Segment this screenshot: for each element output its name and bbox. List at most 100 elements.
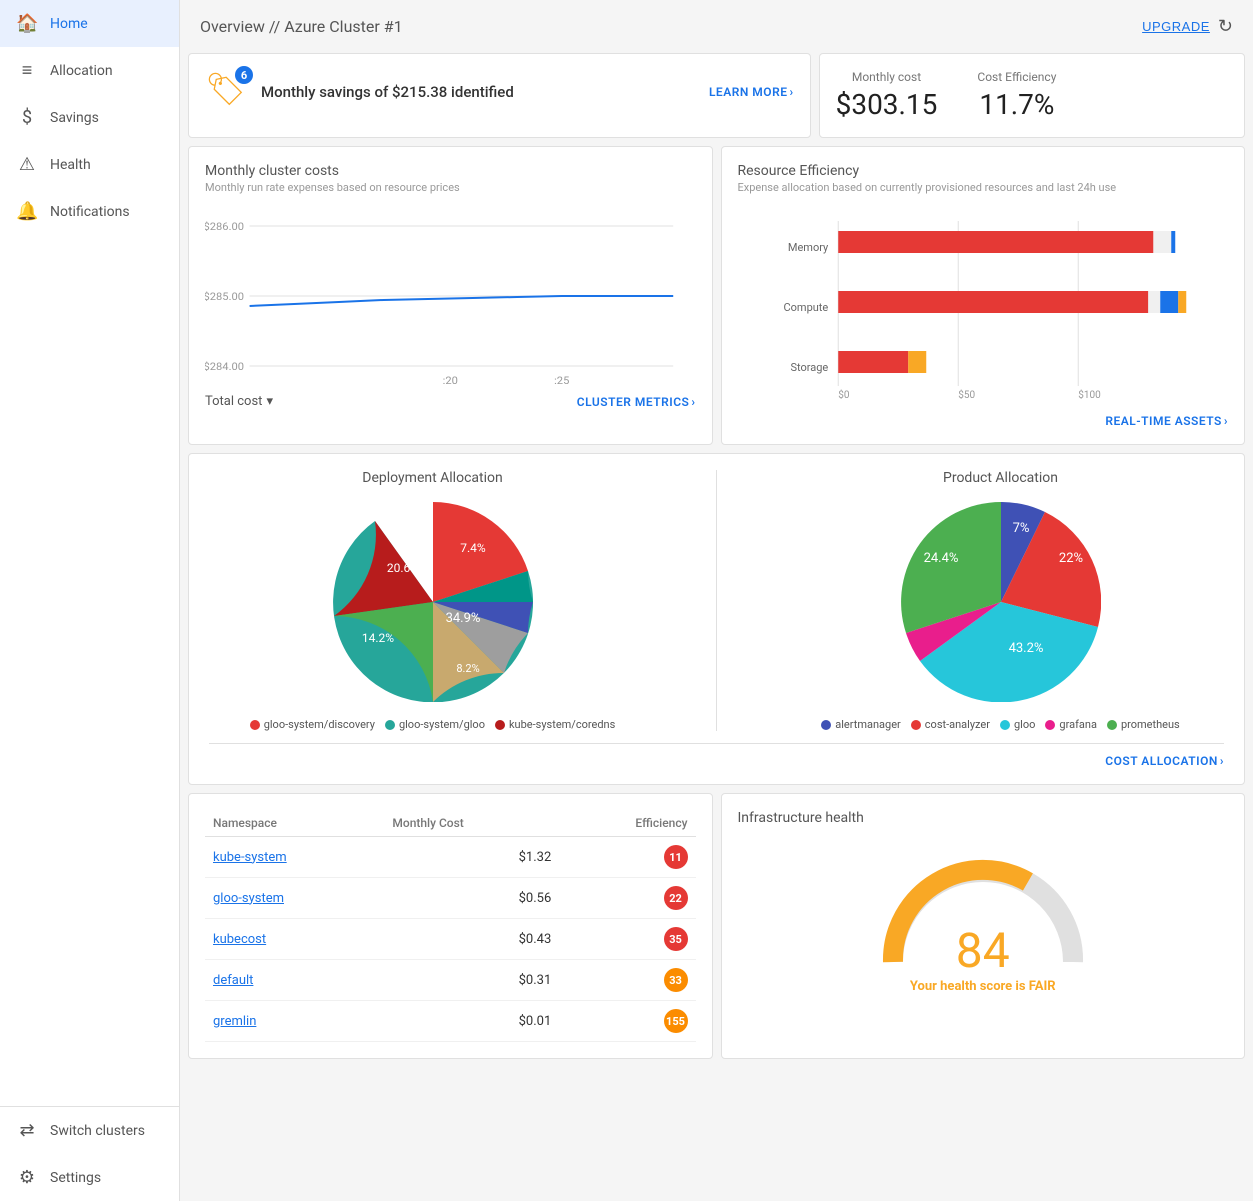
namespace-link[interactable]: gloo-system: [213, 891, 284, 906]
legend-item: grafana: [1045, 718, 1097, 731]
efficiency-badge: 33: [664, 968, 688, 992]
notifications-icon: 🔔: [16, 201, 38, 222]
svg-text:$50: $50: [958, 388, 975, 401]
settings-icon: ⚙: [16, 1167, 38, 1188]
svg-text:20.6%: 20.6%: [386, 561, 418, 575]
legend-item: gloo: [1000, 718, 1035, 731]
upgrade-button[interactable]: UPGRADE: [1142, 19, 1210, 34]
svg-text:24.4%: 24.4%: [923, 551, 958, 566]
svg-text:14.2%: 14.2%: [361, 631, 393, 645]
real-time-assets-link[interactable]: REAL-TIME ASSETS ›: [1105, 414, 1228, 428]
divider: [716, 470, 717, 731]
svg-text::25: :25: [554, 375, 569, 386]
col-namespace: Namespace: [205, 810, 384, 837]
monthly-cost-label: Monthly cost: [836, 70, 938, 84]
sidebar-label-settings: Settings: [50, 1170, 101, 1186]
sidebar-item-notifications[interactable]: 🔔 Notifications: [0, 188, 179, 235]
svg-text:$100: $100: [1078, 388, 1101, 401]
namespace-link[interactable]: default: [213, 973, 253, 988]
svg-text:7.4%: 7.4%: [460, 541, 486, 555]
cost-cell: $0.56: [384, 878, 559, 919]
health-score: 84: [910, 922, 1056, 979]
sidebar-item-settings[interactable]: ⚙ Settings: [0, 1154, 179, 1201]
sidebar: 🏠 Home ≡ Allocation $ Savings ⚠ Health 🔔…: [0, 0, 180, 1201]
sidebar-item-home[interactable]: 🏠 Home: [0, 0, 179, 47]
efficiency-cell: 155: [559, 1001, 695, 1042]
learn-more-link[interactable]: LEARN MORE ›: [709, 85, 794, 99]
svg-text:Storage: Storage: [790, 361, 828, 374]
table-row: kubecost $0.43 35: [205, 919, 696, 960]
allocation-card: Deployment Allocation 7.4% 34.9% 14.2% 2…: [188, 453, 1245, 785]
line-chart: $286.00 $285.00 $284.00 :20 :25: [205, 206, 696, 386]
deployment-pie-chart: 7.4% 34.9% 14.2% 20.6% 8.2%: [333, 502, 533, 702]
namespace-cell: default: [205, 960, 384, 1001]
total-cost-label[interactable]: Total cost ▾: [205, 394, 273, 409]
svg-text:34.9%: 34.9%: [445, 611, 480, 626]
col-efficiency: Efficiency: [559, 810, 695, 837]
charts-row: Monthly cluster costs Monthly run rate e…: [188, 146, 1245, 445]
cost-summary: Monthly cost $303.15 Cost Efficiency 11.…: [836, 70, 1228, 121]
svg-text:22%: 22%: [1058, 551, 1082, 566]
efficiency-cell: 35: [559, 919, 695, 960]
cost-cell: $0.01: [384, 1001, 559, 1042]
namespace-table: Namespace Monthly Cost Efficiency kube-s…: [205, 810, 696, 1042]
namespace-cell: gremlin: [205, 1001, 384, 1042]
header-actions: UPGRADE ↻: [1142, 16, 1233, 37]
savings-icon: $: [16, 107, 38, 128]
savings-badge: 6: [235, 66, 253, 84]
monthly-costs-card: Monthly cluster costs Monthly run rate e…: [188, 146, 713, 445]
efficiency-cell: 11: [559, 837, 695, 878]
sidebar-label-switch: Switch clusters: [50, 1123, 145, 1139]
svg-text:8.2%: 8.2%: [456, 662, 479, 675]
health-rating: FAIR: [1029, 979, 1056, 994]
cost-summary-card: Monthly cost $303.15 Cost Efficiency 11.…: [819, 53, 1245, 138]
monthly-cost-item: Monthly cost $303.15: [836, 70, 938, 121]
efficiency-badge: 35: [664, 927, 688, 951]
efficiency-cell: 33: [559, 960, 695, 1001]
savings-banner: 🏷 6 Monthly savings of $215.38 identifie…: [205, 70, 794, 114]
refresh-icon[interactable]: ↻: [1218, 16, 1233, 37]
legend-item: prometheus: [1107, 718, 1180, 731]
svg-text:$285.00: $285.00: [205, 291, 244, 303]
efficiency-value: 11.7%: [977, 88, 1056, 121]
namespace-link[interactable]: kubecost: [213, 932, 266, 947]
savings-text: Monthly savings of $215.38 identified: [261, 83, 514, 101]
header: Overview // Azure Cluster #1 UPGRADE ↻: [180, 0, 1253, 53]
deployment-allocation: Deployment Allocation 7.4% 34.9% 14.2% 2…: [209, 470, 656, 731]
namespace-link[interactable]: gremlin: [213, 1014, 256, 1029]
legend-item: kube-system/coredns: [495, 718, 615, 731]
health-title: Infrastructure health: [738, 810, 1229, 826]
sidebar-item-switch-clusters[interactable]: ⇄ Switch clusters: [0, 1107, 179, 1154]
allocation-icon: ≡: [16, 60, 38, 81]
namespace-cell: gloo-system: [205, 878, 384, 919]
infrastructure-health-card: Infrastructure health 84 Your health sco…: [721, 793, 1246, 1059]
svg-text:7%: 7%: [1012, 521, 1029, 536]
namespace-link[interactable]: kube-system: [213, 850, 287, 865]
sidebar-label-notifications: Notifications: [50, 204, 130, 220]
sidebar-item-allocation[interactable]: ≡ Allocation: [0, 47, 179, 94]
sidebar-item-savings[interactable]: $ Savings: [0, 94, 179, 141]
bar-chart: Memory Compute Storage $0 $50 $100: [738, 206, 1229, 406]
allocation-row: Deployment Allocation 7.4% 34.9% 14.2% 2…: [209, 470, 1224, 731]
savings-banner-card: 🏷 6 Monthly savings of $215.38 identifie…: [188, 53, 811, 138]
switch-clusters-icon: ⇄: [16, 1120, 38, 1141]
efficiency-badge: 22: [664, 886, 688, 910]
bottom-row: Namespace Monthly Cost Efficiency kube-s…: [188, 793, 1245, 1059]
svg-text:Memory: Memory: [787, 241, 828, 254]
cost-allocation-link[interactable]: COST ALLOCATION ›: [1105, 754, 1224, 768]
namespace-table-card: Namespace Monthly Cost Efficiency kube-s…: [188, 793, 713, 1059]
monthly-costs-title: Monthly cluster costs: [205, 163, 696, 179]
page-title: Overview // Azure Cluster #1: [200, 17, 403, 36]
allocation-footer: COST ALLOCATION ›: [209, 743, 1224, 768]
namespace-cell: kube-system: [205, 837, 384, 878]
top-cards-row: 🏷 6 Monthly savings of $215.38 identifie…: [188, 53, 1245, 138]
cluster-metrics-link[interactable]: CLUSTER METRICS ›: [577, 395, 696, 409]
svg-text:$284.00: $284.00: [205, 361, 244, 373]
legend-item: cost-analyzer: [911, 718, 990, 731]
efficiency-label: Cost Efficiency: [977, 70, 1056, 84]
sidebar-item-health[interactable]: ⚠ Health: [0, 141, 179, 188]
bar-chart-svg: Memory Compute Storage $0 $50 $100: [738, 206, 1229, 406]
legend-item: alertmanager: [821, 718, 901, 731]
monthly-costs-footer: Total cost ▾ CLUSTER METRICS ›: [205, 394, 696, 409]
home-icon: 🏠: [16, 13, 38, 34]
